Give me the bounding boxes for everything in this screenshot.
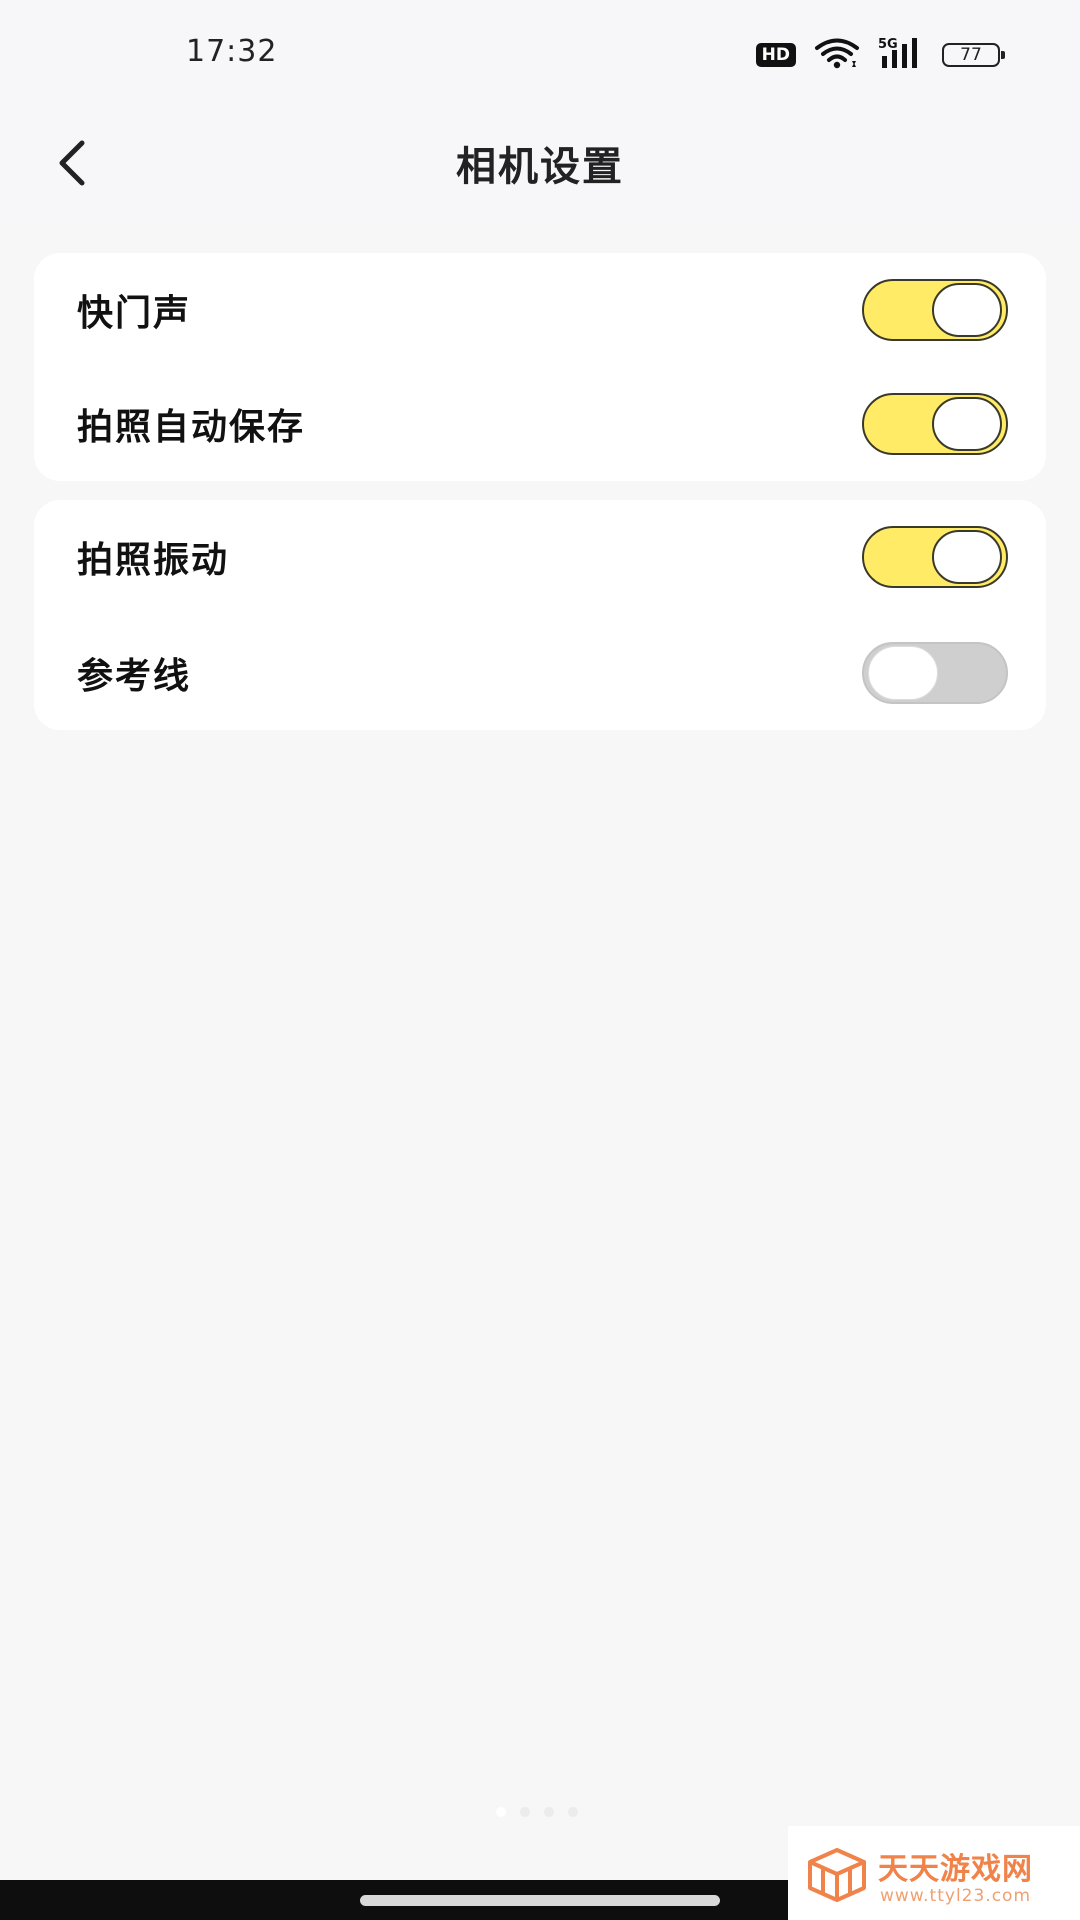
cellular-signal-icon: 5G: [878, 36, 924, 74]
network-type-label: 5G: [878, 37, 898, 52]
auto-save-toggle[interactable]: [862, 393, 1008, 455]
setting-label-grid-lines: 参考线: [77, 656, 192, 697]
toggle-knob: [932, 283, 1002, 337]
setting-label-auto-save: 拍照自动保存: [77, 407, 306, 448]
watermark: 天天游戏网 www.ttyl23.com: [788, 1826, 1080, 1920]
status-bar: 17:32 HD 5G 77: [0, 0, 1080, 110]
setting-label-shutter-sound: 快门声: [77, 293, 192, 334]
watermark-title: 天天游戏网: [878, 1852, 1033, 1887]
grid-lines-toggle[interactable]: [862, 642, 1008, 704]
toggle-knob: [932, 397, 1002, 451]
toggle-knob: [868, 646, 938, 700]
setting-row-vibration: 拍照振动: [34, 500, 1046, 614]
setting-label-vibration: 拍照振动: [77, 540, 230, 581]
settings-card-2: 拍照振动 参考线: [34, 500, 1046, 730]
wifi-icon: [814, 37, 860, 73]
setting-row-auto-save: 拍照自动保存: [34, 367, 1046, 481]
hd-badge: HD: [755, 43, 796, 67]
watermark-logo-icon: [808, 1848, 866, 1902]
status-icons: HD 5G 77: [755, 36, 1005, 74]
toggle-knob: [932, 530, 1002, 584]
page-dot: [544, 1807, 554, 1817]
shutter-sound-toggle[interactable]: [862, 279, 1008, 341]
status-time: 17:32: [186, 34, 278, 69]
setting-row-grid-lines: 参考线: [34, 616, 1046, 730]
camera-settings-screen: 17:32 HD 5G 77 相机设置 快门声 拍照自动保存 拍照振动 参考线 …: [0, 0, 1080, 1920]
page-dot: [568, 1807, 578, 1817]
battery-level: 77: [960, 45, 982, 65]
vibration-toggle[interactable]: [862, 526, 1008, 588]
home-indicator[interactable]: [360, 1895, 720, 1906]
settings-card-1: 快门声 拍照自动保存: [34, 253, 1046, 481]
watermark-url: www.ttyl23.com: [880, 1886, 1032, 1906]
nav-bar: 相机设置: [0, 110, 1080, 222]
page-indicator: [496, 1807, 578, 1817]
battery-icon: 77: [942, 43, 1005, 67]
page-title: 相机设置: [456, 144, 624, 190]
page-dot: [496, 1807, 506, 1817]
page-dot: [520, 1807, 530, 1817]
setting-row-shutter-sound: 快门声: [34, 253, 1046, 367]
